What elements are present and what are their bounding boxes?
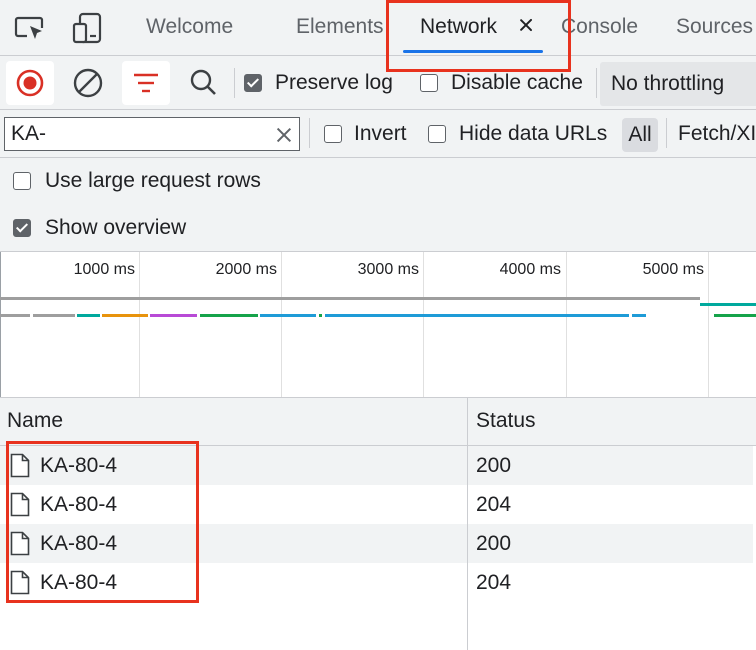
type-filter-all[interactable]: All [622,118,658,152]
toolbar-divider [596,68,597,98]
table-row[interactable]: KA-80-4 204 [0,485,753,524]
device-toolbar-icon[interactable] [72,12,106,46]
column-divider[interactable] [467,398,468,650]
inspect-element-icon[interactable] [14,14,48,44]
timeline-gridline [139,252,140,397]
show-overview-checkbox[interactable] [13,219,31,237]
filter-box [4,117,300,151]
document-icon [10,453,30,478]
timeline-gridline [566,252,567,397]
hide-data-urls-label: Hide data URLs [459,122,608,145]
timeline-bar [632,314,646,317]
tab-console[interactable]: Console [561,0,638,55]
tab-sources[interactable]: Sources [676,0,753,55]
timeline-tick-label: 2000 ms [215,261,277,278]
document-icon [10,570,30,595]
options-panel: Use large request rows Show overview [0,158,756,252]
preserve-log-checkbox[interactable] [244,74,262,92]
table-row[interactable]: KA-80-4 200 [0,524,753,563]
filter-input[interactable] [11,120,266,148]
timeline-tick-label: 5000 ms [642,261,704,278]
clear-button[interactable] [64,61,112,105]
timeline-bar [0,297,700,300]
request-status: 200 [476,532,512,555]
timeline-gridline [281,252,282,397]
clear-filter-icon[interactable] [275,126,293,144]
timeline-bar [150,314,197,317]
search-icon [190,69,216,95]
table-row[interactable]: KA-80-4 200 [0,446,753,485]
disable-cache-checkbox[interactable] [420,74,438,92]
network-overview[interactable]: 1000 ms 2000 ms 3000 ms 4000 ms 5000 ms [0,252,756,398]
tab-welcome[interactable]: Welcome [146,0,233,55]
request-name: KA-80-4 [40,493,118,516]
throttling-value: No throttling [611,72,725,95]
tab-elements[interactable]: Elements [296,0,384,55]
timeline-tick-label: 1000 ms [73,261,135,278]
table-header: Name Status [0,398,756,446]
timeline-bar [714,314,756,317]
timeline-bar [102,314,148,317]
large-rows-label: Use large request rows [45,169,261,192]
filter-icon [134,73,158,93]
large-rows-checkbox[interactable] [13,172,31,190]
active-tab-indicator [403,50,543,53]
column-header-name[interactable]: Name [7,398,63,444]
record-button[interactable] [6,61,54,105]
throttling-select[interactable]: No throttling [600,62,756,106]
timeline-bar [260,314,316,317]
show-overview-label: Show overview [45,216,187,239]
timeline-bar [325,314,629,317]
devtools-tab-bar: Welcome Elements Network Console Sources [0,0,756,56]
request-name: KA-80-4 [40,454,118,477]
clear-icon [73,68,103,98]
timeline-gridline [708,252,709,397]
invert-label: Invert [354,122,407,145]
timeline-bar [0,314,30,317]
timeline-gridline [423,252,424,397]
request-status: 200 [476,454,512,477]
toolbar-divider [234,68,235,98]
record-icon [16,69,44,97]
search-button[interactable] [180,61,228,105]
type-filter-fetch-xhr[interactable]: Fetch/XI [678,122,756,146]
timeline-tick-label: 4000 ms [499,261,561,278]
document-icon [10,531,30,556]
toolbar-divider [309,118,310,148]
timeline-bar [200,314,258,317]
timeline-gridline [0,252,1,397]
invert-checkbox[interactable] [324,125,342,143]
close-tab-icon[interactable] [516,15,536,35]
preserve-log-label: Preserve log [275,71,393,94]
toolbar-divider [666,118,667,148]
timeline-bar [700,303,756,306]
column-header-status[interactable]: Status [476,398,536,444]
timeline-bar [319,314,322,317]
request-name: KA-80-4 [40,532,118,555]
document-icon [10,492,30,517]
filter-button[interactable] [122,61,170,105]
hide-data-urls-checkbox[interactable] [428,125,446,143]
requests-table: Name Status KA-80-4 200 KA-80-4 204 KA-8… [0,398,756,650]
timeline-tick-label: 3000 ms [357,261,419,278]
disable-cache-label: Disable cache [451,71,583,94]
tab-network[interactable]: Network [420,0,497,55]
timeline-bar [77,314,100,317]
request-status: 204 [476,571,512,594]
table-row[interactable]: KA-80-4 204 [0,563,753,602]
timeline-bar [33,314,75,317]
request-name: KA-80-4 [40,571,118,594]
request-status: 204 [476,493,512,516]
